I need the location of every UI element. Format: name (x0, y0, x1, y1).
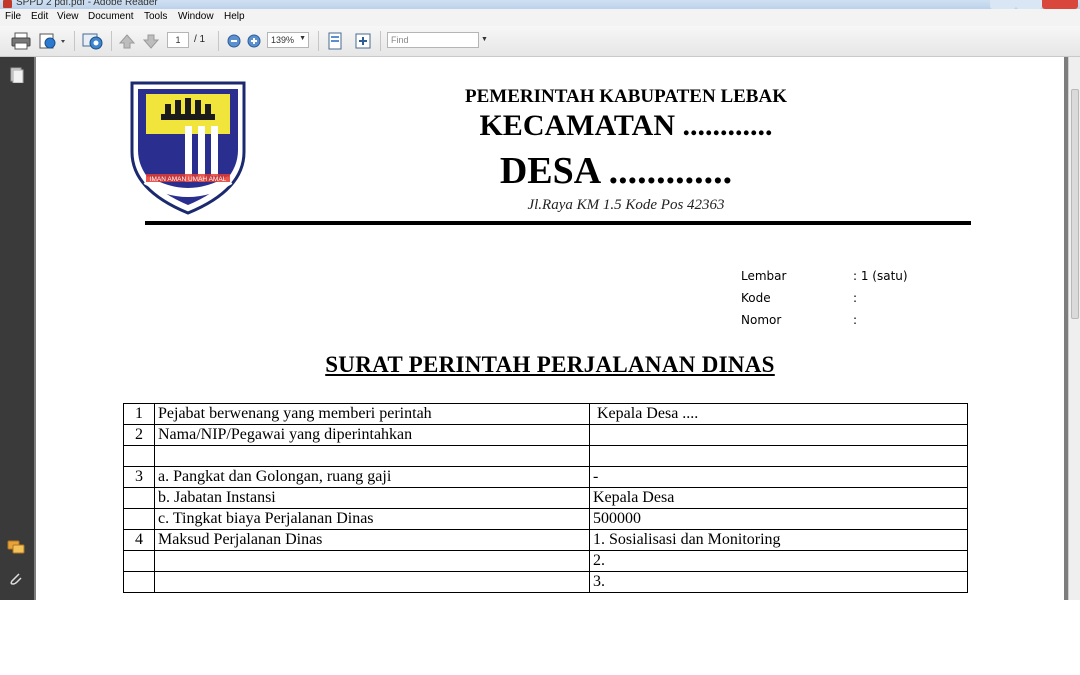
zoom-out-icon[interactable] (226, 32, 242, 50)
row-description: b. Jabatan Instansi (154, 487, 590, 509)
menu-bar: File Edit View Document Tools Window Hel… (0, 9, 1080, 27)
pdf-page: IMAN AMAN UMAH AMAL PEMERINTAH KABUPATEN… (36, 57, 1064, 600)
maximize-button[interactable] (1016, 0, 1042, 9)
row-value: Kepala Desa .... (589, 403, 968, 425)
menu-tools[interactable]: Tools (144, 11, 167, 22)
adobe-reader-app-icon (3, 0, 12, 8)
menu-window[interactable]: Window (178, 11, 214, 22)
toolbar-separator (218, 31, 219, 51)
print-icon[interactable] (10, 32, 32, 50)
table-row: 3. (123, 571, 968, 593)
collaborate-icon[interactable] (81, 32, 105, 50)
find-dropdown-icon[interactable]: ▼ (481, 36, 488, 43)
table-row: 3 a. Pangkat dan Golongan, ruang gaji - (123, 466, 968, 488)
document-view[interactable]: IMAN AMAN UMAH AMAL PEMERINTAH KABUPATEN… (34, 57, 1068, 600)
navigation-panel (0, 57, 34, 600)
adobe-reader-window: SPPD 2 pdf.pdf - Adobe Reader File Edit … (0, 0, 1080, 600)
header-divider (145, 221, 971, 225)
page-number-input[interactable]: 1 (167, 32, 189, 48)
row-description: Pejabat berwenang yang memberi perintah (154, 403, 590, 425)
zoom-level-value: 139% (271, 35, 295, 45)
title-bar: SPPD 2 pdf.pdf - Adobe Reader (0, 0, 1080, 9)
fit-page-icon[interactable] (326, 32, 344, 50)
row-number (123, 445, 155, 467)
row-value: 2. (589, 550, 968, 572)
row-value (589, 424, 968, 446)
full-screen-icon[interactable] (354, 32, 372, 50)
minimize-button[interactable] (990, 0, 1016, 9)
window-title: SPPD 2 pdf.pdf - Adobe Reader (16, 0, 158, 8)
row-description (154, 571, 590, 593)
row-number (123, 508, 155, 530)
row-number (123, 550, 155, 572)
meta-value-lembar: : 1 (satu) (853, 269, 908, 283)
attachment-icon[interactable] (7, 571, 25, 587)
menu-view[interactable]: View (57, 11, 79, 22)
row-description: c. Tingkat biaya Perjalanan Dinas (154, 508, 590, 530)
previous-page-icon[interactable] (118, 32, 136, 50)
menu-document[interactable]: Document (88, 11, 134, 22)
table-row: 4 Maksud Perjalanan Dinas 1. Sosialisasi… (123, 529, 968, 551)
row-value: 3. (589, 571, 968, 593)
menu-file[interactable]: File (5, 11, 21, 22)
meta-value-kode: : (853, 291, 858, 305)
table-row: c. Tingkat biaya Perjalanan Dinas 500000 (123, 508, 968, 530)
district-heading: KECAMATAN ............ (479, 109, 773, 142)
meta-label-kode: Kode (741, 291, 771, 305)
meta-value-nomor: : (853, 313, 858, 327)
meta-label-lembar: Lembar (741, 269, 787, 283)
lebak-regency-emblem-logo: IMAN AMAN UMAH AMAL (130, 81, 246, 215)
zoom-in-icon[interactable] (246, 32, 262, 50)
village-heading: DESA ............. (499, 150, 733, 192)
meta-label-nomor: Nomor (741, 313, 782, 327)
next-page-icon[interactable] (142, 32, 160, 50)
zoom-level-select[interactable]: 139% ▼ (267, 32, 309, 48)
row-number: 1 (123, 403, 155, 425)
row-description: Nama/NIP/Pegawai yang diperintahkan (154, 424, 590, 446)
share-icon[interactable] (38, 32, 68, 50)
row-value: Kepala Desa (589, 487, 968, 509)
toolbar-separator (318, 31, 319, 51)
row-description: Maksud Perjalanan Dinas (154, 529, 590, 551)
row-value: - (589, 466, 968, 488)
menu-help[interactable]: Help (224, 11, 245, 22)
comments-icon[interactable] (7, 539, 25, 555)
find-placeholder: Find (391, 35, 409, 45)
row-description (154, 445, 590, 467)
toolbar: 1 / 1 139% ▼ Find ▼ (0, 26, 1080, 57)
menu-edit[interactable]: Edit (31, 11, 48, 22)
table-row: 2. (123, 550, 968, 572)
table-row: b. Jabatan Instansi Kepala Desa (123, 487, 968, 509)
row-number: 3 (123, 466, 155, 488)
toolbar-separator (380, 31, 381, 51)
document-title: SURAT PERINTAH PERJALANAN DINAS (325, 352, 775, 377)
chevron-down-icon: ▼ (299, 35, 306, 42)
row-value: 500000 (589, 508, 968, 530)
vertical-scrollbar[interactable] (1068, 57, 1080, 600)
table-row: 1 Pejabat berwenang yang memberi perinta… (123, 403, 968, 425)
find-input[interactable]: Find (387, 32, 479, 48)
row-number: 2 (123, 424, 155, 446)
table-row: 2 Nama/NIP/Pegawai yang diperintahkan (123, 424, 968, 446)
address-line: Jl.Raya KM 1.5 Kode Pos 42363 (527, 197, 725, 213)
row-number: 4 (123, 529, 155, 551)
row-number (123, 487, 155, 509)
row-description (154, 550, 590, 572)
row-value (589, 445, 968, 467)
regency-heading: PEMERINTAH KABUPATEN LEBAK (465, 86, 787, 107)
close-button[interactable] (1042, 0, 1078, 9)
row-value: 1. Sosialisasi dan Monitoring (589, 529, 968, 551)
scrollbar-thumb[interactable] (1071, 89, 1079, 319)
row-description: a. Pangkat dan Golongan, ruang gaji (154, 466, 590, 488)
logo-motto: IMAN AMAN UMAH AMAL (150, 176, 227, 183)
toolbar-separator (74, 31, 75, 51)
pages-thumbnail-icon[interactable] (7, 67, 25, 83)
toolbar-separator (111, 31, 112, 51)
row-number (123, 571, 155, 593)
page-total-label: / 1 (194, 34, 206, 45)
table-row (123, 445, 968, 467)
sppd-table: 1 Pejabat berwenang yang memberi perinta… (123, 403, 968, 593)
